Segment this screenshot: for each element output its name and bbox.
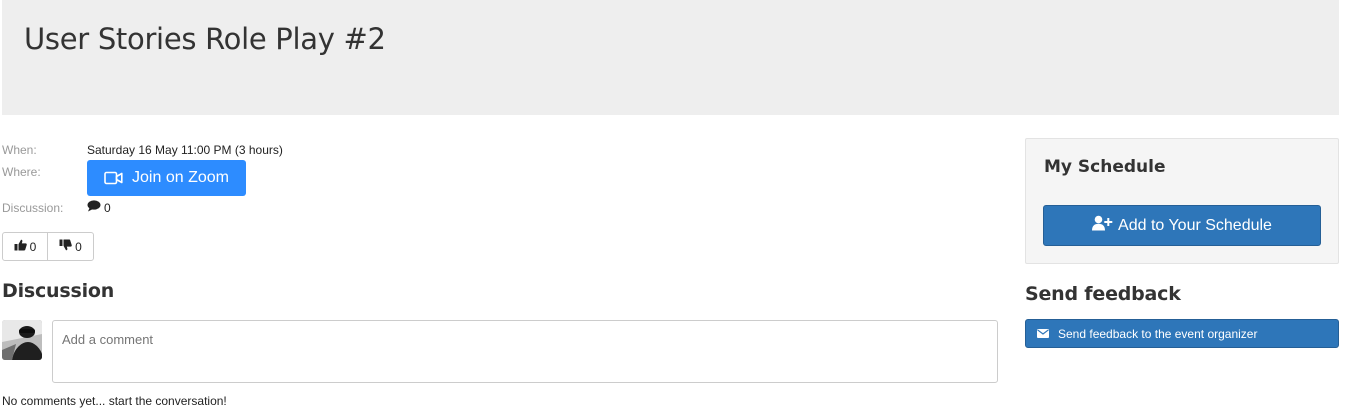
thumbs-up-icon [14, 239, 27, 254]
video-camera-icon [104, 171, 123, 185]
send-feedback-label: Send feedback to the event organizer [1058, 326, 1258, 341]
when-label: When: [2, 143, 37, 157]
comment-input[interactable] [52, 320, 998, 383]
envelope-icon [1037, 327, 1049, 341]
discussion-label: Discussion: [2, 201, 64, 215]
upvote-button[interactable]: 0 [3, 233, 48, 260]
vote-buttons: 0 0 [2, 232, 94, 261]
discussion-heading: Discussion [2, 280, 115, 302]
add-to-schedule-label: Add to Your Schedule [1118, 216, 1272, 234]
discussion-count-value: 0 [104, 200, 111, 215]
avatar [2, 320, 42, 360]
downvote-button[interactable]: 0 [48, 233, 93, 260]
user-plus-icon [1092, 215, 1113, 236]
add-to-schedule-button[interactable]: Add to Your Schedule [1043, 205, 1321, 246]
event-title: User Stories Role Play #2 [24, 22, 386, 56]
thumbs-down-icon [59, 239, 72, 254]
send-feedback-heading: Send feedback [1025, 283, 1181, 305]
join-zoom-button[interactable]: Join on Zoom [87, 160, 246, 196]
upvote-count: 0 [29, 239, 37, 254]
event-header: User Stories Role Play #2 [2, 0, 1339, 115]
join-zoom-label: Join on Zoom [132, 169, 229, 186]
my-schedule-heading: My Schedule [1044, 157, 1166, 177]
when-value: Saturday 16 May 11:00 PM (3 hours) [87, 143, 283, 157]
comment-bubble-icon [87, 200, 101, 215]
my-schedule-panel: My Schedule Add to Your Schedule [1025, 138, 1339, 264]
no-comments-text: No comments yet... start the conversatio… [2, 394, 227, 408]
send-feedback-button[interactable]: Send feedback to the event organizer [1025, 319, 1339, 348]
downvote-count: 0 [75, 239, 82, 254]
discussion-count[interactable]: 0 [87, 200, 111, 215]
where-label: Where: [2, 165, 41, 179]
